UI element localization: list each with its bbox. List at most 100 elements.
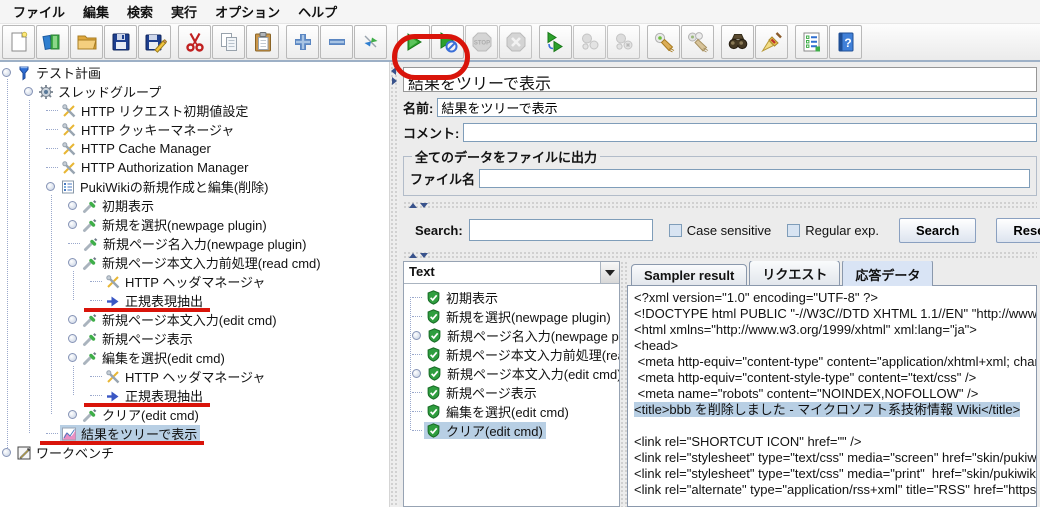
result-item-label: 新規ページ本文入力(edit cmd) [446, 364, 619, 383]
start-no-timers-button[interactable] [431, 25, 464, 59]
view-mode-combo[interactable]: Text [404, 262, 619, 284]
tree-item[interactable]: スレッドグループ [0, 82, 389, 101]
tab-response-data[interactable]: 応答データ [842, 261, 933, 286]
tree-item[interactable]: ワークベンチ [0, 443, 389, 462]
cut-button[interactable] [178, 25, 211, 59]
menu-item-2[interactable]: 検索 [118, 0, 162, 23]
menu-item-4[interactable]: オプション [206, 0, 289, 23]
tree-toggle[interactable] [68, 315, 77, 324]
case-sensitive-checkbox[interactable] [669, 224, 682, 237]
result-item[interactable]: 新規ページ名入力(newpage plugin) [404, 326, 619, 345]
result-item[interactable]: 新規を選択(newpage plugin) [404, 307, 619, 326]
paste-button[interactable] [246, 25, 279, 59]
clear-all-button[interactable] [681, 25, 714, 59]
tree-toggle[interactable] [68, 353, 77, 362]
tree-toggle[interactable] [2, 68, 11, 77]
comment-input[interactable] [463, 123, 1037, 142]
tree-toggle[interactable] [68, 201, 77, 210]
tree-item[interactable]: HTTP リクエスト初期値設定 [0, 101, 389, 120]
copy-button[interactable] [212, 25, 245, 59]
tree-toggle[interactable] [412, 331, 421, 340]
tree-toggle[interactable] [68, 334, 77, 343]
start-button[interactable] [397, 25, 430, 59]
regular-exp-checkbox[interactable] [787, 224, 800, 237]
filename-input[interactable] [479, 169, 1030, 188]
tree-item-label: HTTP リクエスト初期値設定 [80, 101, 248, 120]
result-item[interactable]: 新規ページ本文入力前処理(read cmd) [404, 345, 619, 364]
tree-item[interactable]: 新規ページ表示 [0, 329, 389, 348]
clear-search-button[interactable] [755, 25, 788, 59]
horizontal-splitter[interactable] [403, 251, 1037, 259]
tree-item[interactable]: クリア(edit cmd) [0, 405, 389, 424]
highlighted-response-line: <title>bbb を削除しました - マイクロソフト系技術情報 Wiki</… [634, 402, 1020, 417]
tree-item-label: テスト計画 [35, 63, 101, 82]
main-splitter[interactable] [389, 62, 399, 507]
add-button[interactable] [286, 25, 319, 59]
function-helper-button[interactable] [795, 25, 828, 59]
tree-toggle[interactable] [68, 220, 77, 229]
tree-item[interactable]: HTTP ヘッダマネージャ [0, 272, 389, 291]
tree-item[interactable]: 新規ページ本文入力前処理(read cmd) [0, 253, 389, 272]
result-item[interactable]: 新規ページ本文入力(edit cmd) [404, 364, 619, 383]
tree-item[interactable]: HTTP Cache Manager [0, 139, 389, 158]
remove-button[interactable] [320, 25, 353, 59]
tree-item[interactable]: 新規を選択(newpage plugin) [0, 215, 389, 234]
horizontal-splitter[interactable] [403, 201, 1037, 209]
results-splitter[interactable] [620, 261, 627, 507]
tree-item[interactable]: 初期表示 [0, 196, 389, 215]
tree-toggle[interactable] [2, 448, 11, 457]
tree-item[interactable]: 結果をツリーで表示 [0, 424, 389, 443]
tree-connector [412, 411, 422, 412]
results-pane: Text 初期表示新規を選択(newpage plugin)新規ページ名入力(n… [403, 261, 620, 507]
tab-request[interactable]: リクエスト [749, 261, 840, 285]
response-line: <meta name="robots" content="NOINDEX,NOF… [634, 386, 1034, 402]
tree-item[interactable]: 新規ページ本文入力(edit cmd) [0, 310, 389, 329]
tree-toggle[interactable] [68, 410, 77, 419]
tree-item[interactable]: PukiWikiの新規作成と編集(削除) [0, 177, 389, 196]
tree-item[interactable]: 正規表現抽出 [0, 386, 389, 405]
tree-item[interactable]: HTTP ヘッダマネージャ [0, 367, 389, 386]
result-item[interactable]: 新規ページ表示 [404, 383, 619, 402]
remote-start-button[interactable] [539, 25, 572, 59]
clear-button[interactable] [647, 25, 680, 59]
name-input[interactable] [437, 98, 1037, 117]
reset-button[interactable]: Reset [996, 218, 1040, 243]
tree-toggle[interactable] [68, 258, 77, 267]
tab-sampler-result[interactable]: Sampler result [631, 264, 747, 285]
tree-item[interactable]: 編集を選択(edit cmd) [0, 348, 389, 367]
splitter-collapse-down-icon[interactable] [420, 253, 428, 258]
splitter-collapse-right-icon[interactable] [392, 77, 397, 85]
toggle-node-button[interactable] [354, 25, 387, 59]
save-button[interactable] [104, 25, 137, 59]
search-button[interactable] [721, 25, 754, 59]
save-as-button[interactable] [138, 25, 171, 59]
search-button[interactable]: Search [899, 218, 976, 243]
shutdown-button [499, 25, 532, 59]
tree-toggle[interactable] [46, 182, 55, 191]
search-input[interactable] [469, 219, 653, 241]
splitter-collapse-left-icon[interactable] [391, 67, 396, 75]
tree-item[interactable]: HTTP Authorization Manager [0, 158, 389, 177]
tree-item[interactable]: 新規ページ名入力(newpage plugin) [0, 234, 389, 253]
tree-item[interactable]: HTTP クッキーマネージャ [0, 120, 389, 139]
menu-item-5[interactable]: ヘルプ [289, 0, 346, 23]
result-item[interactable]: 初期表示 [404, 288, 619, 307]
tree-toggle[interactable] [24, 87, 33, 96]
result-item[interactable]: 編集を選択(edit cmd) [404, 402, 619, 421]
menu-item-1[interactable]: 編集 [74, 0, 118, 23]
combo-dropdown-button[interactable] [600, 262, 619, 283]
tree-connector [90, 281, 102, 282]
new-file-button[interactable] [2, 25, 35, 59]
menu-item-0[interactable]: ファイル [4, 0, 74, 23]
open-templates-button[interactable] [36, 25, 69, 59]
result-item[interactable]: クリア(edit cmd) [404, 421, 619, 440]
tree-item[interactable]: 正規表現抽出 [0, 291, 389, 310]
open-file-button[interactable] [70, 25, 103, 59]
help-button[interactable]: ? [829, 25, 862, 59]
splitter-collapse-up-icon[interactable] [409, 253, 417, 258]
splitter-collapse-down-icon[interactable] [420, 203, 428, 208]
tree-item[interactable]: テスト計画 [0, 63, 389, 82]
tree-toggle[interactable] [412, 369, 421, 378]
menu-item-3[interactable]: 実行 [162, 0, 206, 23]
splitter-collapse-up-icon[interactable] [409, 203, 417, 208]
